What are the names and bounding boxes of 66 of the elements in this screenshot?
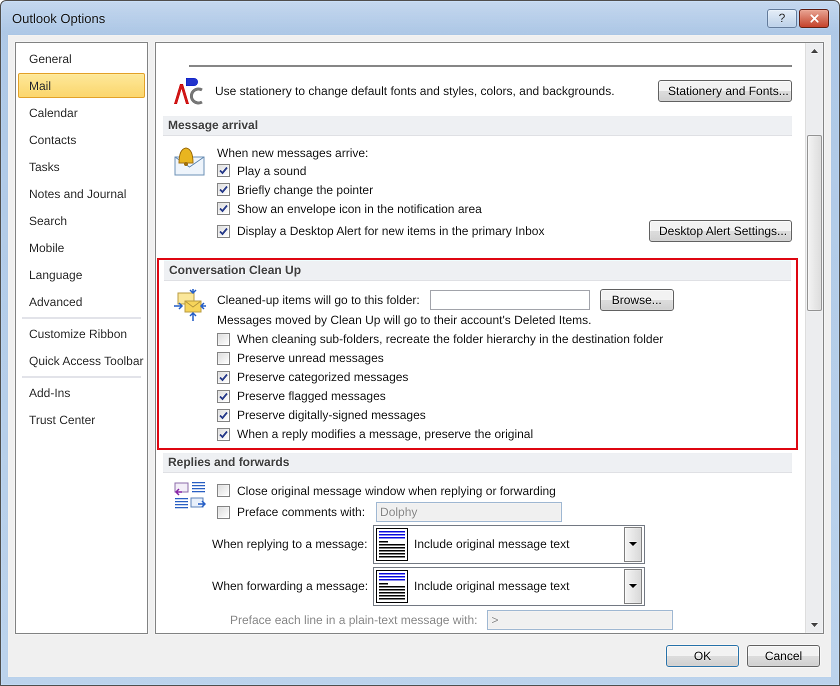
help-button[interactable]: ?: [767, 8, 797, 28]
quote-style-dropdown[interactable]: Include original message text: [373, 566, 645, 606]
browse-button[interactable]: Browse...: [600, 288, 674, 311]
reply-forward-icon: [174, 480, 206, 510]
message-preview-icon: [376, 528, 408, 560]
option-label: Show an envelope icon in the notification area: [237, 202, 482, 216]
checkbox[interactable]: [217, 428, 230, 441]
clean-up-note: Messages moved by Clean Up will go to their account's Deleted Items.: [217, 313, 592, 328]
intro-text: When new messages arrive:: [217, 146, 368, 160]
dropdown-label: When replying to a message:: [212, 537, 368, 551]
sidebar-item[interactable]: Mobile: [18, 235, 145, 260]
section-header: Message arrival: [163, 116, 792, 136]
close-button[interactable]: [799, 8, 829, 28]
option-label: When a reply modifies a message, preserve the original: [237, 427, 534, 442]
scroll-bar[interactable]: [805, 43, 823, 633]
sidebar-item[interactable]: Language: [18, 262, 145, 287]
window-title: Outlook Options: [12, 10, 106, 26]
sidebar-item[interactable]: Search: [18, 208, 145, 233]
sidebar-item[interactable]: Notes and Journal: [18, 181, 145, 206]
sidebar-item[interactable]: Trust Center: [18, 407, 145, 432]
option-label: When cleaning sub-folders, recreate the folder hierarchy in the destination folder: [237, 332, 664, 346]
cancel-button[interactable]: Cancel: [747, 644, 820, 666]
section-header: Replies and forwards: [163, 452, 792, 473]
bell-envelope-icon: [174, 145, 205, 176]
dropdown-label: When forwarding a message:: [212, 579, 370, 593]
envelopes-arrows-icon: [174, 288, 206, 321]
quote-style-dropdown[interactable]: Include original message text: [373, 524, 645, 564]
sidebar-item[interactable]: Tasks: [18, 154, 145, 179]
option-label: Preserve categorized messages: [237, 370, 408, 384]
folder-label: Cleaned-up items will go to this folder:: [217, 292, 420, 307]
option-label: Display a Desktop Alert for new items in the primary Inbox: [237, 224, 544, 238]
ok-button[interactable]: OK: [666, 644, 739, 666]
plain-text-prefix-label: Preface each line in a plain-text message with:: [230, 613, 478, 627]
sidebar-item[interactable]: Calendar: [18, 100, 145, 125]
sidebar-item[interactable]: Mail: [18, 73, 145, 98]
stationery-description: Use stationery to change default fonts and styles, colors, and backgrounds.: [215, 84, 615, 98]
option-label: Preface comments with:: [237, 505, 366, 519]
close-icon: [808, 12, 820, 24]
stationery-icon: [172, 76, 204, 106]
checkbox[interactable]: [217, 352, 230, 365]
checkbox[interactable]: [217, 390, 230, 403]
sidebar-item[interactable]: Advanced: [18, 289, 145, 314]
sidebar-item[interactable]: Contacts: [18, 127, 145, 152]
option-label: Play a sound: [237, 164, 306, 178]
checkbox[interactable]: [217, 164, 230, 178]
checkbox[interactable]: [217, 332, 230, 346]
option-label: Preserve unread messages: [237, 351, 384, 366]
checkbox[interactable]: [217, 484, 230, 497]
stationery-fonts-button[interactable]: Stationery and Fonts...: [658, 80, 792, 102]
sidebar-item[interactable]: General: [18, 46, 145, 71]
checkbox[interactable]: [217, 370, 230, 384]
checkbox[interactable]: [217, 408, 230, 422]
checkbox[interactable]: [217, 224, 230, 238]
option-label: Preserve digitally-signed messages: [237, 408, 426, 422]
folder-field[interactable]: [430, 290, 590, 310]
sidebar-item[interactable]: Quick Access Toolbar: [18, 348, 145, 373]
section-header: Conversation Clean Up: [164, 260, 791, 281]
sidebar-item[interactable]: Customize Ribbon: [18, 321, 145, 346]
sidebar-item[interactable]: Add-Ins: [18, 380, 145, 405]
desktop-alert-settings-button[interactable]: Desktop Alert Settings...: [649, 220, 792, 242]
option-label: Close original message window when replying or forwarding: [237, 484, 556, 498]
checkbox[interactable]: [217, 202, 230, 216]
checkbox[interactable]: [217, 183, 230, 196]
message-preview-icon: [376, 570, 408, 602]
option-label: Preserve flagged messages: [237, 389, 386, 404]
option-label: Briefly change the pointer: [237, 182, 374, 197]
